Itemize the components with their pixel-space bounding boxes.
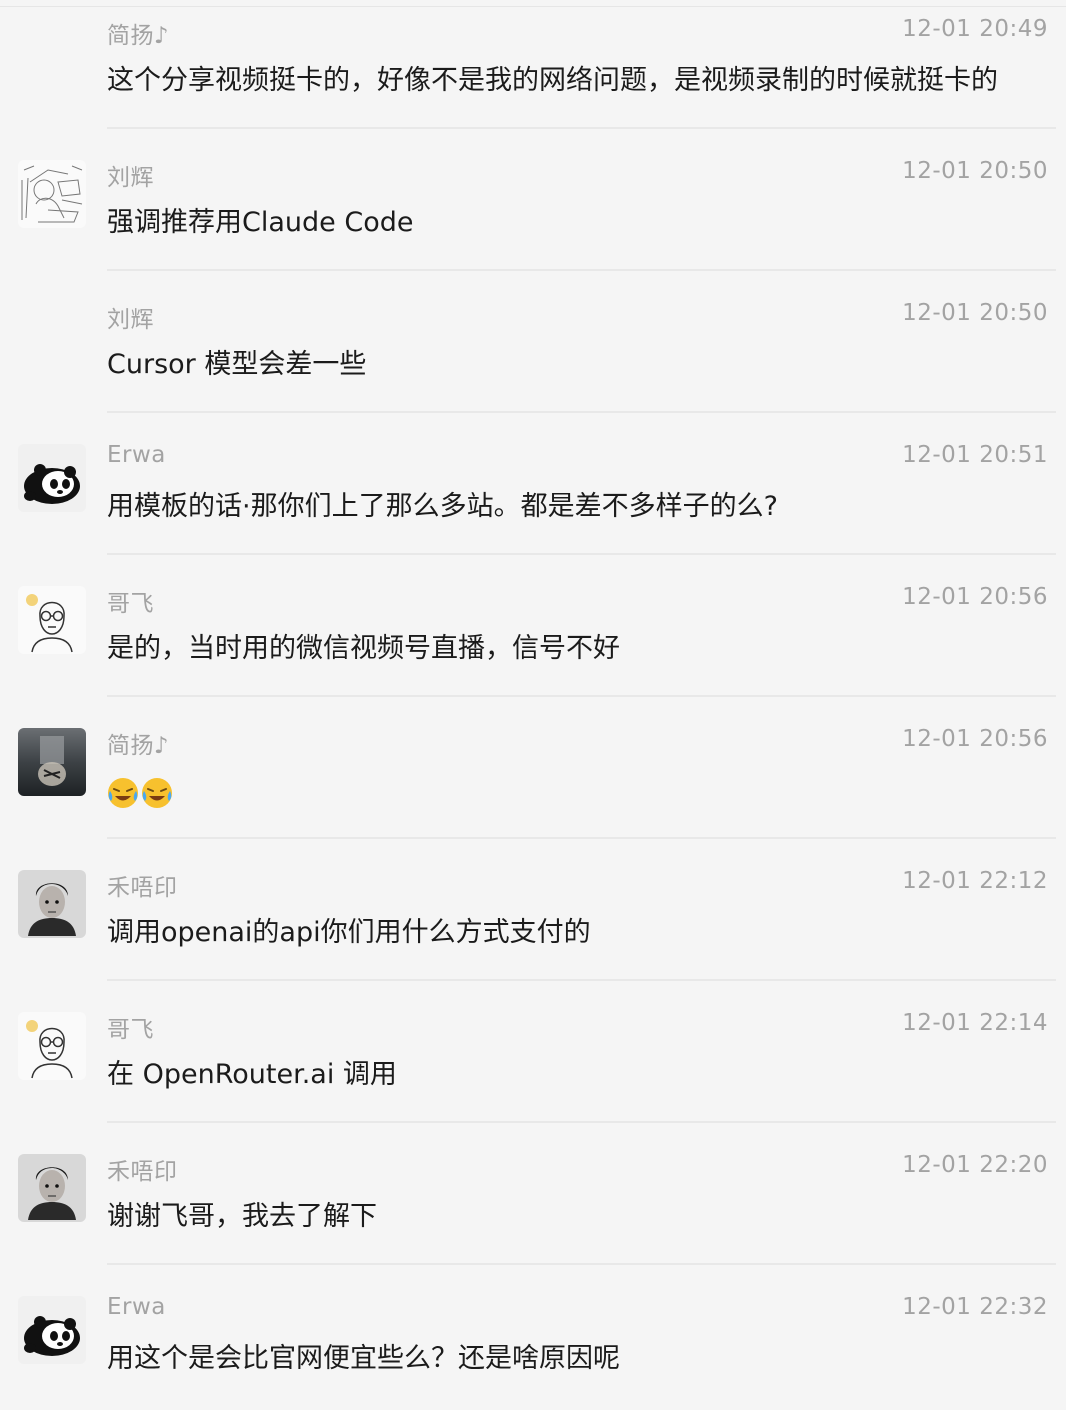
portrait-avatar[interactable]	[18, 1154, 86, 1222]
bald-glasses-avatar[interactable]	[18, 1012, 86, 1080]
message-time: 12-01 20:56	[902, 584, 1048, 610]
message-divider	[107, 553, 1056, 555]
message-text: 这个分享视频挺卡的，好像不是我的网络问题，是视频录制的时候就挺卡的	[107, 65, 998, 96]
message-divider	[107, 695, 1056, 697]
sender-name[interactable]: 简扬♪	[107, 16, 169, 50]
sender-name[interactable]: 禾唔印	[107, 868, 178, 902]
message-divider	[107, 127, 1056, 129]
tiger-reflection-avatar[interactable]	[18, 728, 86, 796]
message-divider	[107, 411, 1056, 413]
message-text: 用模板的话·那你们上了那么多站。都是差不多样子的么?	[107, 491, 778, 522]
chat-message: 简扬♪ 12-01 20:56	[0, 710, 1066, 852]
message-time: 12-01 20:49	[902, 16, 1048, 42]
message-time: 12-01 22:12	[902, 868, 1048, 894]
sender-name[interactable]: 刘辉	[107, 158, 154, 192]
portrait-avatar[interactable]	[18, 870, 86, 938]
laughing-crying-emoji	[142, 777, 172, 808]
bald-glasses-avatar[interactable]	[18, 586, 86, 654]
chat-message: 禾唔印 12-01 22:20 谢谢飞哥，我去了解下	[0, 1136, 1066, 1278]
chat-history: 简扬♪ 12-01 20:49 这个分享视频挺卡的，好像不是我的网络问题，是视频…	[0, 0, 1066, 1410]
chat-message: 哥飞 12-01 20:56 是的，当时用的微信视频号直播，信号不好	[0, 568, 1066, 710]
message-emoji-row	[107, 776, 175, 809]
laughing-crying-emoji	[108, 777, 138, 808]
panda-avatar[interactable]	[18, 1296, 86, 1364]
message-divider	[107, 979, 1056, 981]
message-text: 在 OpenRouter.ai 调用	[107, 1059, 397, 1090]
message-divider	[107, 1121, 1056, 1123]
chat-message: Erwa 12-01 22:32 用这个是会比官网便宜些么？还是啥原因呢	[0, 1278, 1066, 1410]
sender-name[interactable]: 刘辉	[107, 300, 154, 334]
message-time: 12-01 22:14	[902, 1010, 1048, 1036]
chat-message: Erwa 12-01 20:51 用模板的话·那你们上了那么多站。都是差不多样子…	[0, 426, 1066, 568]
message-time: 12-01 20:50	[902, 300, 1048, 326]
sender-name[interactable]: 简扬♪	[107, 726, 169, 760]
sender-name[interactable]: 哥飞	[107, 1010, 154, 1044]
message-text: 谢谢飞哥，我去了解下	[107, 1201, 377, 1232]
message-text: 是的，当时用的微信视频号直播，信号不好	[107, 633, 620, 664]
message-time: 12-01 20:50	[902, 158, 1048, 184]
sender-name[interactable]: 哥飞	[107, 584, 154, 618]
chat-message: 简扬♪ 12-01 20:49 这个分享视频挺卡的，好像不是我的网络问题，是视频…	[0, 0, 1066, 142]
message-text: 调用openai的api你们用什么方式支付的	[107, 917, 591, 948]
message-time: 12-01 22:20	[902, 1152, 1048, 1178]
sketch-avatar[interactable]	[18, 160, 86, 228]
message-text: 用这个是会比官网便宜些么？还是啥原因呢	[107, 1343, 620, 1374]
message-time: 12-01 20:56	[902, 726, 1048, 752]
message-divider	[107, 1263, 1056, 1265]
message-time: 12-01 20:51	[902, 442, 1048, 468]
chat-message: 哥飞 12-01 22:14 在 OpenRouter.ai 调用	[0, 994, 1066, 1136]
panda-avatar[interactable]	[18, 444, 86, 512]
chat-message: 刘辉 12-01 20:50 Cursor 模型会差一些	[0, 284, 1066, 426]
message-text: Cursor 模型会差一些	[107, 349, 367, 380]
message-time: 12-01 22:32	[902, 1294, 1048, 1320]
chat-message: 刘辉 12-01 20:50 强调推荐用Claude Code	[0, 142, 1066, 284]
chat-message: 禾唔印 12-01 22:12 调用openai的api你们用什么方式支付的	[0, 852, 1066, 994]
message-divider	[107, 269, 1056, 271]
message-text: 强调推荐用Claude Code	[107, 207, 414, 238]
message-divider	[107, 837, 1056, 839]
sender-name[interactable]: 禾唔印	[107, 1152, 178, 1186]
sender-name[interactable]: Erwa	[107, 442, 166, 468]
sender-name[interactable]: Erwa	[107, 1294, 166, 1320]
